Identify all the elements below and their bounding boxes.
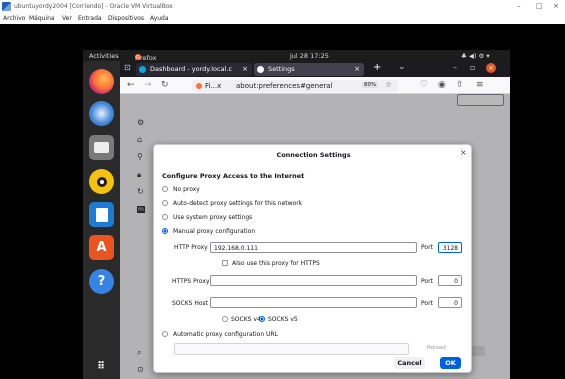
app-menu-icon[interactable]: ≡: [476, 80, 484, 90]
also-https-checkbox[interactable]: [222, 260, 228, 266]
tab-dashboard[interactable]: Dashboard - yordy.local.c ×: [136, 63, 252, 76]
help-icon[interactable]: ?: [89, 269, 114, 294]
close-tab-icon[interactable]: ×: [242, 65, 248, 73]
zoom-level[interactable]: 80%: [362, 82, 379, 88]
navigation-toolbar: ← → ↻ Fi...x about:preferences#general 8…: [120, 77, 510, 94]
vbox-menubar: Archivo Máquina Ver Entrada Dispositivos…: [0, 13, 565, 24]
vbox-titlebar: ubuntuyordy2004 [Corriendo] - Oracle VM …: [0, 0, 565, 13]
socks-v4-label[interactable]: SOCKS v4: [231, 316, 261, 323]
no-proxy-radio[interactable]: [162, 186, 168, 192]
socks-port-label: Port: [421, 300, 433, 307]
system-proxy-label[interactable]: Use system proxy settings: [173, 214, 252, 221]
pocket-icon[interactable]: ♡: [420, 80, 428, 90]
identity-label: Fi...x: [205, 82, 222, 90]
tab-bar: ⊡ Dashboard - yordy.local.c × Settings ×…: [120, 61, 510, 77]
dialog-content: Configure Proxy Access to the Internet N…: [154, 165, 473, 374]
thunderbird-icon[interactable]: [89, 101, 114, 126]
site-icon: [139, 66, 146, 73]
system-tray[interactable]: ♣ ◀) ⚙ ▾: [461, 52, 490, 60]
auto-config-url-radio[interactable]: [162, 331, 168, 337]
no-proxy-label[interactable]: No proxy: [173, 186, 200, 193]
software-icon[interactable]: A: [89, 235, 114, 260]
menu-archivo[interactable]: Archivo: [3, 15, 25, 22]
socks-host-label: SOCKS Host: [172, 300, 209, 307]
manual-proxy-radio[interactable]: [162, 228, 168, 234]
window-close-button[interactable]: ×: [486, 63, 496, 73]
connection-settings-dialog: Connection Settings × Configure Proxy Ac…: [153, 144, 472, 373]
auto-detect-label[interactable]: Auto-detect proxy settings for this netw…: [173, 200, 302, 207]
gear-icon: [257, 66, 264, 73]
dialog-title: Connection Settings: [276, 151, 351, 159]
auto-config-url-input[interactable]: [174, 343, 409, 355]
https-proxy-label: HTTPS Proxy: [172, 278, 210, 285]
clock[interactable]: jul 28 17:25: [290, 52, 329, 60]
new-tab-button[interactable]: +: [373, 62, 381, 73]
https-port-input[interactable]: 0: [438, 275, 462, 286]
socks-port-input[interactable]: 0: [438, 297, 462, 308]
http-proxy-label: HTTP Proxy: [174, 244, 208, 251]
close-window-button[interactable]: ×: [553, 2, 559, 10]
ok-button[interactable]: OK: [440, 357, 461, 369]
http-port-label: Port: [421, 244, 433, 251]
http-port-input[interactable]: 3128: [438, 242, 462, 253]
minimize-window-button[interactable]: –: [517, 2, 521, 10]
account-icon[interactable]: ◉: [438, 80, 446, 90]
url-bar[interactable]: Fi...x about:preferences#general 80% ☆: [192, 80, 398, 92]
firefox-view-icon[interactable]: ⊡: [124, 63, 131, 72]
proxy-heading: Configure Proxy Access to the Internet: [162, 172, 305, 180]
socks-host-input[interactable]: [210, 297, 417, 308]
menu-dispositivos[interactable]: Dispositivos: [108, 15, 144, 22]
socks-v4-radio[interactable]: [222, 316, 228, 322]
gnome-top-bar: Activities Firefox Web Browser ▾ jul 28 …: [83, 50, 510, 86]
auto-config-url-label[interactable]: Automatic proxy configuration URL: [173, 331, 278, 338]
extensions-icon[interactable]: ⇧: [456, 80, 464, 90]
reload-icon[interactable]: ↻: [161, 80, 169, 90]
apps-grid-icon[interactable]: ⠿: [89, 354, 114, 379]
window-minimize-button[interactable]: –: [453, 63, 457, 72]
firefox-identity-icon: [196, 83, 202, 89]
menu-entrada[interactable]: Entrada: [78, 15, 102, 22]
reload-button[interactable]: Reload: [427, 345, 446, 351]
http-proxy-input[interactable]: 192.168.0.111: [210, 242, 417, 253]
tab-dashboard-label: Dashboard - yordy.local.c: [150, 65, 233, 73]
menu-ayuda[interactable]: Ayuda: [150, 15, 169, 22]
window-maximize-button[interactable]: ▫: [470, 63, 475, 72]
files-icon[interactable]: [89, 135, 114, 160]
cancel-button[interactable]: Cancel: [394, 357, 425, 369]
menu-maquina[interactable]: Máquina: [29, 15, 55, 22]
rhythmbox-icon[interactable]: [89, 169, 114, 194]
menu-ver[interactable]: Ver: [62, 15, 72, 22]
maximize-window-button[interactable]: □: [536, 2, 543, 10]
virtualbox-logo-icon: [2, 2, 11, 11]
auto-detect-radio[interactable]: [162, 200, 168, 206]
forward-arrow-icon[interactable]: →: [144, 80, 152, 90]
back-arrow-icon[interactable]: ←: [127, 80, 135, 90]
socks-v5-radio[interactable]: [259, 316, 265, 322]
https-port-label: Port: [421, 278, 433, 285]
manual-proxy-label[interactable]: Manual proxy configuration: [173, 228, 255, 235]
tab-settings[interactable]: Settings ×: [254, 63, 364, 76]
https-proxy-input[interactable]: [210, 275, 417, 286]
bookmark-star-icon[interactable]: ☆: [385, 80, 392, 89]
list-all-tabs-button[interactable]: ⌄: [398, 62, 406, 72]
close-tab-icon[interactable]: ×: [354, 65, 360, 73]
also-https-label[interactable]: Also use this proxy for HTTPS: [232, 260, 320, 267]
firefox-icon[interactable]: [89, 69, 114, 94]
vbox-window-title: ubuntuyordy2004 [Corriendo] - Oracle VM …: [14, 3, 173, 10]
tab-settings-label: Settings: [268, 65, 295, 73]
writer-icon[interactable]: [89, 202, 114, 227]
url-text: about:preferences#general: [236, 82, 333, 90]
system-proxy-radio[interactable]: [162, 214, 168, 220]
dialog-close-icon[interactable]: ×: [460, 148, 467, 157]
activities-button[interactable]: Activities: [89, 52, 119, 60]
socks-v5-label[interactable]: SOCKS v5: [268, 316, 298, 323]
ubuntu-dock: A ? ⠿: [83, 61, 120, 379]
